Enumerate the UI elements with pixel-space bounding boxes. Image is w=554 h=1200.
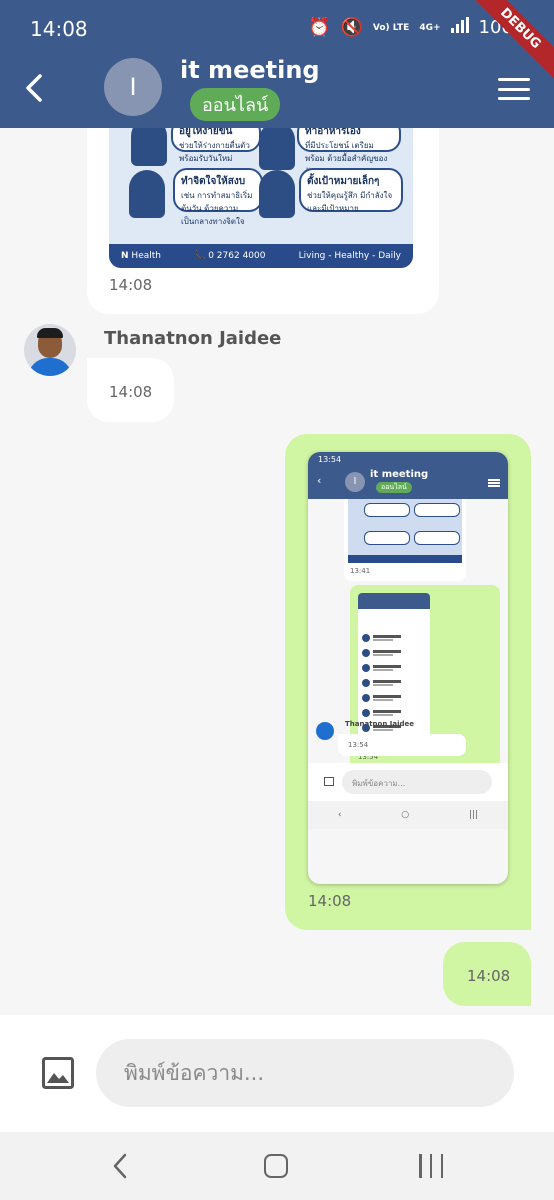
message-time: 14:08 <box>467 967 511 985</box>
message-input[interactable] <box>96 1039 514 1107</box>
poster-footer: N Health 📞 0 2762 4000 Living - Healthy … <box>109 244 413 268</box>
system-navigation-bar <box>0 1132 554 1200</box>
alarm-icon: ⏰ <box>308 17 331 38</box>
nav-home-icon[interactable] <box>264 1154 288 1178</box>
chat-title: it meeting <box>180 56 320 84</box>
message-bubble-received[interactable]: 14:08 <box>87 358 174 422</box>
poster-illustration <box>129 170 165 218</box>
message-time: 14:08 <box>109 383 153 401</box>
nav-back-icon[interactable] <box>110 1152 130 1180</box>
poster-illustration <box>131 128 167 166</box>
health-poster-image[interactable]: อยู่ให้ง่ายขึ้น ช่วยให้ร่างกายตื่นตัว พร… <box>109 128 413 268</box>
network-label: 4G+ <box>419 22 441 33</box>
debug-ribbon: DEBUG <box>462 0 554 87</box>
sender-avatar[interactable] <box>24 324 76 376</box>
image-gallery-icon[interactable] <box>42 1057 74 1089</box>
image-message-sent[interactable]: 13:54 ‹ I it meeting ออนไลน์ 13:41 13:54… <box>285 434 531 930</box>
poster-card: ทำอาหารเอง ที่มีประโยชน์ เตรียมพร้อม ด้ว… <box>297 128 401 176</box>
message-time: 14:08 <box>109 276 153 294</box>
poster-card: ทำจิตใจให้สงบ เช่น การทำสมาธิเริ่มต้นวัน… <box>173 168 263 226</box>
chat-avatar[interactable]: I <box>104 58 162 116</box>
poster-card: ตั้งเป้าหมายเล็กๆ ช่วยให้คุณรู้สึก มีกำล… <box>299 168 403 213</box>
poster-illustration <box>259 128 295 170</box>
poster-phone: 📞 0 2762 4000 <box>194 251 266 261</box>
message-bubble-sent[interactable]: 14:08 <box>443 942 531 1006</box>
chevron-left-icon <box>26 74 42 102</box>
mute-icon: 🔇 <box>340 17 363 38</box>
poster-brand: N Health <box>121 251 161 261</box>
hamburger-menu-icon <box>498 78 530 81</box>
status-time: 14:08 <box>30 17 88 41</box>
message-composer <box>0 1015 554 1132</box>
menu-button[interactable] <box>498 78 530 100</box>
message-time: 14:08 <box>308 892 352 910</box>
sender-name: Thanatnon Jaidee <box>104 328 282 349</box>
volte-label: Vo) LTE <box>372 22 410 33</box>
screenshot-image[interactable]: 13:54 ‹ I it meeting ออนไลน์ 13:41 13:54… <box>308 452 508 884</box>
app-header: 14:08 ⏰ 🔇 Vo) LTE 4G+ 100% DEBUG I it me… <box>0 0 554 128</box>
signal-icon <box>450 17 469 38</box>
nav-recent-apps-icon[interactable] <box>419 1154 443 1178</box>
chat-messages[interactable]: อยู่ให้ง่ายขึ้น ช่วยให้ร่างกายตื่นตัว พร… <box>0 128 554 1015</box>
image-message-received[interactable]: อยู่ให้ง่ายขึ้น ช่วยให้ร่างกายตื่นตัว พร… <box>87 128 439 314</box>
poster-card: อยู่ให้ง่ายขึ้น ช่วยให้ร่างกายตื่นตัว พร… <box>171 128 261 163</box>
poster-tagline: Living - Healthy - Daily <box>298 251 401 261</box>
online-status-badge: ออนไลน์ <box>190 88 281 121</box>
back-button[interactable] <box>20 70 50 106</box>
poster-illustration <box>259 170 295 218</box>
